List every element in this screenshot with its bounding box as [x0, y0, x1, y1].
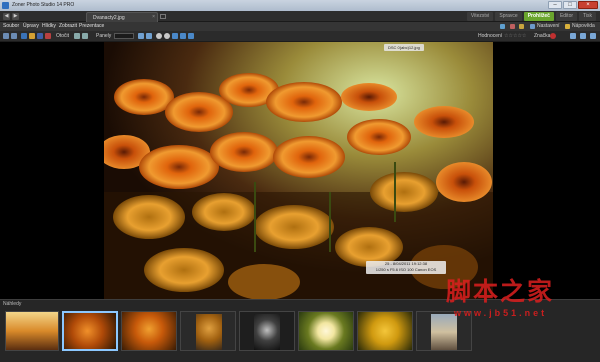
rotate-left-icon[interactable]: [74, 33, 80, 39]
tab-mode-4[interactable]: Tisk: [579, 12, 596, 21]
menu-item-presentation[interactable]: Prezentace: [79, 23, 104, 30]
filmstrip-title: Náhledy: [3, 301, 22, 307]
site-watermark: 脚本之家 www.jb51.net: [446, 278, 596, 328]
histogram-icon[interactable]: [580, 33, 586, 39]
app-icon: [2, 2, 9, 9]
star-icon[interactable]: [519, 24, 524, 29]
menu-item-view[interactable]: Zobrazit: [59, 23, 77, 30]
exif-info: 25 - 8/04/2011 19:12:38 1/250 s F5.6 ISO…: [366, 261, 446, 274]
menu-item-edit[interactable]: Úpravy: [23, 23, 39, 30]
thumbnail-selected[interactable]: [62, 311, 118, 351]
settings-icon[interactable]: [530, 24, 535, 29]
close-window-button[interactable]: ×: [578, 1, 598, 9]
maximize-button[interactable]: □: [563, 1, 577, 9]
redo-icon[interactable]: [11, 33, 17, 39]
fit-icon[interactable]: [172, 33, 178, 39]
watermark-url: www.jb51.net: [454, 308, 548, 318]
watermark-chinese-text: 脚本之家: [446, 277, 555, 306]
exif-line-2: 1/250 s F5.6 ISO 100 Canon EOS: [375, 267, 437, 272]
color-label-icon[interactable]: [550, 33, 556, 39]
menu-settings[interactable]: Nastavení: [537, 23, 560, 30]
menu-item-file[interactable]: Soubor: [3, 23, 19, 30]
thumbnail[interactable]: [239, 311, 295, 351]
document-tab-bar: ◀ ▶ Dvanacty2.jpg × Vitezstvi Spravce Pr…: [0, 11, 600, 22]
zoom-out-icon[interactable]: [164, 33, 170, 39]
rotate-right-icon[interactable]: [82, 33, 88, 39]
thumbnail[interactable]: [298, 311, 354, 351]
zoom-in-icon[interactable]: [156, 33, 162, 39]
new-tab-icon[interactable]: [160, 14, 166, 19]
menu-bar: Soubor Úpravy Hlídky Zobrazit Prezentace…: [0, 22, 600, 31]
thumbnail[interactable]: [5, 311, 59, 351]
menu-item-watch[interactable]: Hlídky: [42, 23, 56, 30]
window-title: Zoner Photo Studio 14 PRO: [12, 2, 75, 8]
forward-icon[interactable]: ▶: [12, 13, 19, 20]
file-name-label: DSC 0(abc)12.jpg: [384, 44, 424, 51]
info-icon[interactable]: [570, 33, 576, 39]
delete-icon[interactable]: [45, 33, 51, 39]
label-label: Značka: [534, 33, 551, 39]
tab-close-icon[interactable]: ×: [152, 14, 155, 20]
tab-mode-0[interactable]: Vitezstvi: [466, 12, 494, 21]
actual-size-icon[interactable]: [180, 33, 186, 39]
panel-toggle-icon[interactable]: [590, 33, 596, 39]
window-controls: – □ ×: [548, 1, 598, 10]
panels-select[interactable]: [114, 33, 134, 39]
grid-icon[interactable]: [188, 33, 194, 39]
tab-document[interactable]: Dvanacty2.jpg ×: [86, 12, 158, 22]
tab-mode-1[interactable]: Spravce: [495, 12, 522, 21]
tab-mode-viewer[interactable]: Prohlížeč: [523, 12, 554, 21]
menu-help[interactable]: Nápověda: [572, 23, 595, 30]
mode-tabs: Vitezstvi Spravce Prohlížeč Editor Tisk: [466, 12, 596, 22]
image-viewer[interactable]: DSC 0(abc)12.jpg 25 - 8/04/2011 19:12:38…: [0, 42, 600, 299]
main-photo-flowers[interactable]: DSC 0(abc)12.jpg 25 - 8/04/2011 19:12:38…: [104, 42, 493, 299]
thumbnail[interactable]: [121, 311, 177, 351]
rotate-label: Otočit: [56, 33, 70, 39]
back-icon[interactable]: ◀: [3, 13, 10, 20]
minimize-button[interactable]: –: [548, 1, 562, 9]
share-icon[interactable]: [510, 24, 515, 29]
layout-icon[interactable]: [500, 24, 505, 29]
home-icon[interactable]: [21, 33, 27, 39]
tab-document-label: Dvanacty2.jpg: [93, 15, 125, 21]
folder-icon[interactable]: [29, 33, 35, 39]
rating-label: Hodnocení: [478, 33, 503, 39]
panels-label: Panely: [96, 33, 112, 39]
title-bar: Zoner Photo Studio 14 PRO – □ ×: [0, 0, 600, 11]
thumbnail[interactable]: [357, 311, 413, 351]
fullscreen-icon[interactable]: [138, 33, 144, 39]
rating-stars[interactable]: ☆☆☆☆☆: [504, 33, 526, 39]
compare-icon[interactable]: [146, 33, 152, 39]
save-icon[interactable]: [37, 33, 43, 39]
tab-mode-3[interactable]: Editor: [555, 12, 578, 21]
thumbnail[interactable]: [180, 311, 236, 351]
main-toolbar: Otočit Panely Hodnocení ☆☆☆☆☆ Značka: [0, 31, 600, 42]
help-icon[interactable]: [565, 24, 570, 29]
undo-icon[interactable]: [3, 33, 9, 39]
